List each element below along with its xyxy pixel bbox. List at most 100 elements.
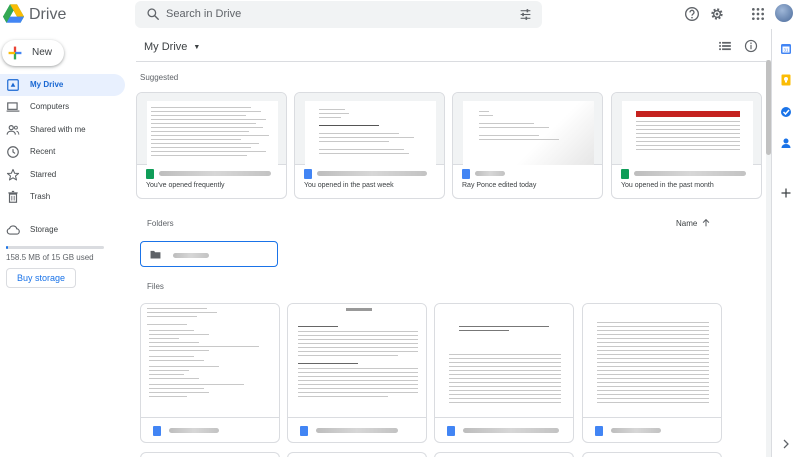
- folder-item[interactable]: [140, 241, 278, 267]
- file-name-redacted: [463, 428, 559, 433]
- top-bar: Drive Search in Drive: [0, 0, 800, 29]
- settings-icon[interactable]: [709, 6, 725, 22]
- svg-text:31: 31: [783, 48, 789, 53]
- docs-icon: [462, 169, 470, 179]
- file-thumbnail: [288, 304, 426, 418]
- keep-icon[interactable]: [780, 74, 792, 86]
- main-content: My Drive ▼ Suggested You've opened frequ…: [136, 29, 766, 457]
- apps-grid-icon[interactable]: [750, 6, 766, 22]
- sort-by-name[interactable]: Name: [676, 219, 697, 228]
- chevron-down-icon[interactable]: ▼: [193, 44, 200, 51]
- file-card[interactable]: [434, 452, 574, 457]
- sidebar-item-storage[interactable]: Storage: [0, 219, 125, 241]
- suggested-card[interactable]: You opened in the past week: [294, 92, 445, 199]
- new-button-label: New: [32, 47, 53, 58]
- docs-icon: [595, 426, 603, 436]
- sidebar-item-shared[interactable]: Shared with me: [0, 119, 125, 141]
- file-name-redacted: [317, 171, 427, 176]
- suggestion-reason: You opened in the past month: [621, 182, 714, 189]
- file-card[interactable]: [582, 303, 722, 443]
- suggestion-reason: You've opened frequently: [146, 182, 225, 189]
- help-icon[interactable]: [684, 6, 700, 22]
- file-card[interactable]: [140, 452, 280, 457]
- file-card[interactable]: [287, 303, 427, 443]
- plus-icon: [8, 46, 22, 60]
- sidebar-item-computers[interactable]: Computers: [0, 96, 125, 118]
- folder-icon: [150, 250, 161, 259]
- sidebar-item-starred[interactable]: Starred: [0, 164, 125, 186]
- trash-icon: [8, 190, 18, 203]
- sheets-icon: [621, 169, 629, 179]
- sidebar-item-trash[interactable]: Trash: [0, 186, 125, 208]
- suggested-card[interactable]: You opened in the past month: [611, 92, 762, 199]
- folder-name-redacted: [173, 253, 209, 258]
- buy-storage-button[interactable]: Buy storage: [6, 268, 76, 288]
- search-placeholder[interactable]: Search in Drive: [166, 8, 241, 20]
- file-thumbnail: [137, 93, 286, 165]
- sidebar-item-label: Storage: [30, 225, 59, 234]
- suggestion-reason: Ray Ponce edited today: [462, 182, 537, 189]
- sidebar-item-label: Computers: [30, 102, 70, 111]
- info-icon[interactable]: [744, 39, 758, 53]
- storage-usage-text: 158.5 MB of 15 GB used: [6, 253, 94, 262]
- tasks-icon[interactable]: [780, 106, 792, 118]
- computers-icon: [6, 102, 20, 112]
- file-name-redacted: [634, 171, 746, 176]
- sidebar-item-recent[interactable]: Recent: [0, 141, 125, 163]
- chevron-right-icon[interactable]: [780, 438, 792, 450]
- file-thumbnail: [141, 304, 279, 418]
- docs-icon: [153, 426, 161, 436]
- search-bar[interactable]: Search in Drive: [135, 1, 542, 28]
- file-thumbnail: [583, 304, 721, 418]
- contacts-icon[interactable]: [780, 137, 792, 149]
- clock-icon: [7, 146, 19, 158]
- account-avatar[interactable]: [775, 4, 793, 22]
- file-card[interactable]: [434, 303, 574, 443]
- file-thumbnail: [612, 93, 761, 165]
- sidebar-item-my-drive[interactable]: My Drive: [0, 74, 125, 96]
- docs-icon: [304, 169, 312, 179]
- suggested-card[interactable]: Ray Ponce edited today: [452, 92, 603, 199]
- file-name-redacted: [159, 171, 271, 176]
- sidebar-item-label: Trash: [30, 192, 51, 201]
- file-card[interactable]: [582, 452, 722, 457]
- sheets-icon: [146, 169, 154, 179]
- page-title-text[interactable]: My Drive: [144, 41, 187, 53]
- shared-icon: [6, 125, 20, 135]
- new-button[interactable]: New: [2, 40, 64, 66]
- file-thumbnail: [435, 304, 573, 418]
- search-icon[interactable]: [146, 7, 160, 21]
- add-addon-icon[interactable]: [780, 187, 792, 199]
- suggested-card[interactable]: You've opened frequently: [136, 92, 287, 199]
- star-icon: [6, 168, 20, 181]
- arrow-up-icon[interactable]: [701, 218, 711, 228]
- storage-meter-fill: [6, 246, 8, 249]
- search-options-icon[interactable]: [519, 8, 532, 21]
- suggested-heading: Suggested: [140, 73, 179, 82]
- file-card[interactable]: [287, 452, 427, 457]
- suggestion-reason: You opened in the past week: [304, 182, 394, 189]
- sidebar-item-label: Shared with me: [30, 125, 86, 134]
- file-name-redacted: [475, 171, 505, 176]
- file-name-redacted: [611, 428, 661, 433]
- sidebar-item-label: Starred: [30, 170, 57, 179]
- docs-icon: [447, 426, 455, 436]
- list-view-icon[interactable]: [718, 39, 732, 53]
- files-heading: Files: [147, 282, 164, 291]
- docs-icon: [300, 426, 308, 436]
- sidebar-item-label: My Drive: [30, 80, 64, 89]
- side-panel-rail: 31: [771, 29, 800, 457]
- drive-logo-icon[interactable]: [3, 4, 24, 24]
- storage-meter: [6, 246, 104, 249]
- file-name-redacted: [169, 428, 219, 433]
- file-thumbnail: [295, 93, 444, 165]
- my-drive-icon: [7, 79, 19, 91]
- sidebar: New My Drive Computers Shared with me Re…: [0, 29, 130, 457]
- page-title[interactable]: My Drive ▼: [144, 41, 200, 53]
- calendar-icon[interactable]: 31: [780, 43, 792, 55]
- folders-heading: Folders: [147, 219, 174, 228]
- file-thumbnail: [453, 93, 602, 165]
- sidebar-item-label: Recent: [30, 147, 56, 156]
- cloud-icon: [6, 225, 20, 235]
- file-card[interactable]: [140, 303, 280, 443]
